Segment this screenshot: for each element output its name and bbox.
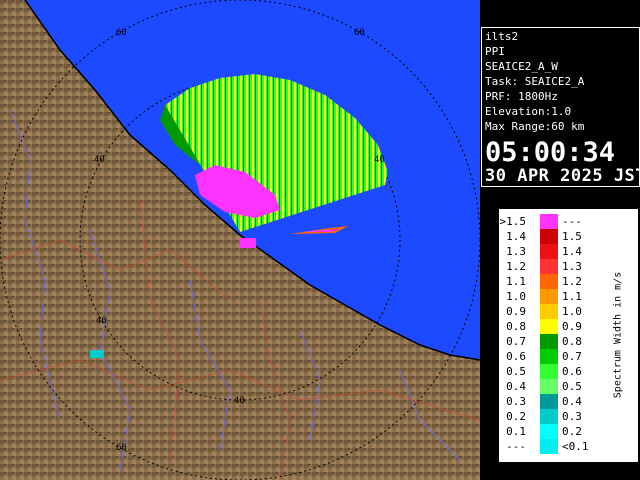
product-type: PPI xyxy=(485,45,505,58)
legend-swatch xyxy=(540,244,558,259)
legend-low-label: 1.3 xyxy=(506,245,526,258)
legend-row: 0.3 0.4 xyxy=(500,394,600,409)
legend-high-label: 0.6 xyxy=(562,365,582,378)
legend-low-label: 1.1 xyxy=(506,275,526,288)
max-range-value: Max Range:60 km xyxy=(485,120,585,133)
scan-name: SEAICE2_A_W xyxy=(485,60,558,73)
echo-near-site xyxy=(240,238,256,248)
legend-row: 0.9 1.0 xyxy=(500,304,600,319)
legend-swatch xyxy=(540,319,558,334)
legend-high-label: 0.3 xyxy=(562,410,582,423)
legend-high-label: 1.3 xyxy=(562,260,582,273)
range-label: 60 xyxy=(116,443,127,453)
range-label: 40 xyxy=(94,155,105,165)
legend-low-label: --- xyxy=(506,440,526,453)
legend-title-text: Spectrum Width in m/s xyxy=(612,271,624,399)
prf-value: PRF: 1800Hz xyxy=(485,90,558,103)
legend-low-label: 0.9 xyxy=(506,305,526,318)
legend-swatch xyxy=(540,214,558,229)
legend-row: 0.1 0.2 xyxy=(500,424,600,439)
legend-high-label: 0.7 xyxy=(562,350,582,363)
legend-high-label: 0.5 xyxy=(562,380,582,393)
legend-swatch xyxy=(540,409,558,424)
legend-low-label: 0.7 xyxy=(506,335,526,348)
legend-row: 1.4 1.5 xyxy=(500,229,600,244)
range-label: 40 xyxy=(374,155,385,165)
range-label: 40 xyxy=(96,316,107,326)
legend-low-label: 0.8 xyxy=(506,320,526,333)
legend-low-label: 0.5 xyxy=(506,365,526,378)
legend-low-label: 0.2 xyxy=(506,410,526,423)
legend-high-label: 1.0 xyxy=(562,305,582,318)
legend-high-label: 0.2 xyxy=(562,425,582,438)
legend-row: 1.1 1.2 xyxy=(500,274,600,289)
legend-swatch xyxy=(540,364,558,379)
legend-row: 0.4 0.5 xyxy=(500,379,600,394)
legend-swatch xyxy=(540,439,558,454)
legend-row: 0.7 0.8 xyxy=(500,334,600,349)
legend-high-label: 1.1 xyxy=(562,290,582,303)
legend-low-label: 1.2 xyxy=(506,260,526,273)
legend-high-label: 1.2 xyxy=(562,275,582,288)
legend-row: 0.8 0.9 xyxy=(500,319,600,334)
echo-land-small xyxy=(90,350,104,358)
legend-swatch xyxy=(540,274,558,289)
legend-low-label: 1.0 xyxy=(506,290,526,303)
legend-title: Spectrum Width in m/s xyxy=(600,210,636,461)
range-label: 60 xyxy=(354,28,365,38)
legend-swatch xyxy=(540,424,558,439)
legend-low-label: 0.4 xyxy=(506,380,526,393)
legend-swatch xyxy=(540,289,558,304)
task-name: Task: SEAICE2_A xyxy=(485,75,585,88)
legend-swatch xyxy=(540,379,558,394)
range-label: 40 xyxy=(234,396,245,406)
legend-high-label: 0.4 xyxy=(562,395,582,408)
radar-ppi-map: 60 60 40 40 40 40 60 xyxy=(0,0,480,480)
legend-row: 0.2 0.3 xyxy=(500,409,600,424)
legend-swatch xyxy=(540,349,558,364)
legend-row: 1.0 1.1 xyxy=(500,289,600,304)
legend-row: 1.3 1.4 xyxy=(500,244,600,259)
radar-display: 60 60 40 40 40 40 60 ilts2 PPI SEAICE2_A… xyxy=(0,0,640,480)
legend-high-label: 1.5 xyxy=(562,230,582,243)
legend-row: 0.5 0.6 xyxy=(500,364,600,379)
elevation-value: Elevation:1.0 xyxy=(485,105,572,118)
legend-swatch xyxy=(540,334,558,349)
legend-low-label: 0.1 xyxy=(506,425,526,438)
legend-swatch xyxy=(540,304,558,319)
legend-high-label: <0.1 xyxy=(562,440,589,453)
legend-swatch xyxy=(540,394,558,409)
legend-high-label: --- xyxy=(562,215,582,228)
legend-low-label: 0.6 xyxy=(506,350,526,363)
legend-row: --- <0.1 xyxy=(500,439,600,454)
legend-swatch xyxy=(540,259,558,274)
legend-swatch xyxy=(540,229,558,244)
color-legend: >1.5 --- 1.4 1.5 1.3 1.4 1.2 1.3 1.1 1.2 1.0 1.1 0.9… xyxy=(499,209,638,462)
legend-low-label: 0.3 xyxy=(506,395,526,408)
legend-row: 1.2 1.3 xyxy=(500,259,600,274)
site-name: ilts2 xyxy=(485,30,519,43)
legend-low-label: >1.5 xyxy=(499,215,527,228)
scan-time: 05:00:34 xyxy=(485,137,616,168)
scan-info-panel: ilts2 PPI SEAICE2_A_W Task: SEAICE2_A PR… xyxy=(481,27,640,187)
legend-low-label: 1.4 xyxy=(506,230,526,243)
legend-high-label: 0.8 xyxy=(562,335,582,348)
scan-date: 30 APR 2025 JST xyxy=(485,166,640,186)
legend-row: >1.5 --- xyxy=(500,214,600,229)
legend-high-label: 1.4 xyxy=(562,245,582,258)
legend-row: 0.6 0.7 xyxy=(500,349,600,364)
legend-high-label: 0.9 xyxy=(562,320,582,333)
range-label: 60 xyxy=(116,28,127,38)
